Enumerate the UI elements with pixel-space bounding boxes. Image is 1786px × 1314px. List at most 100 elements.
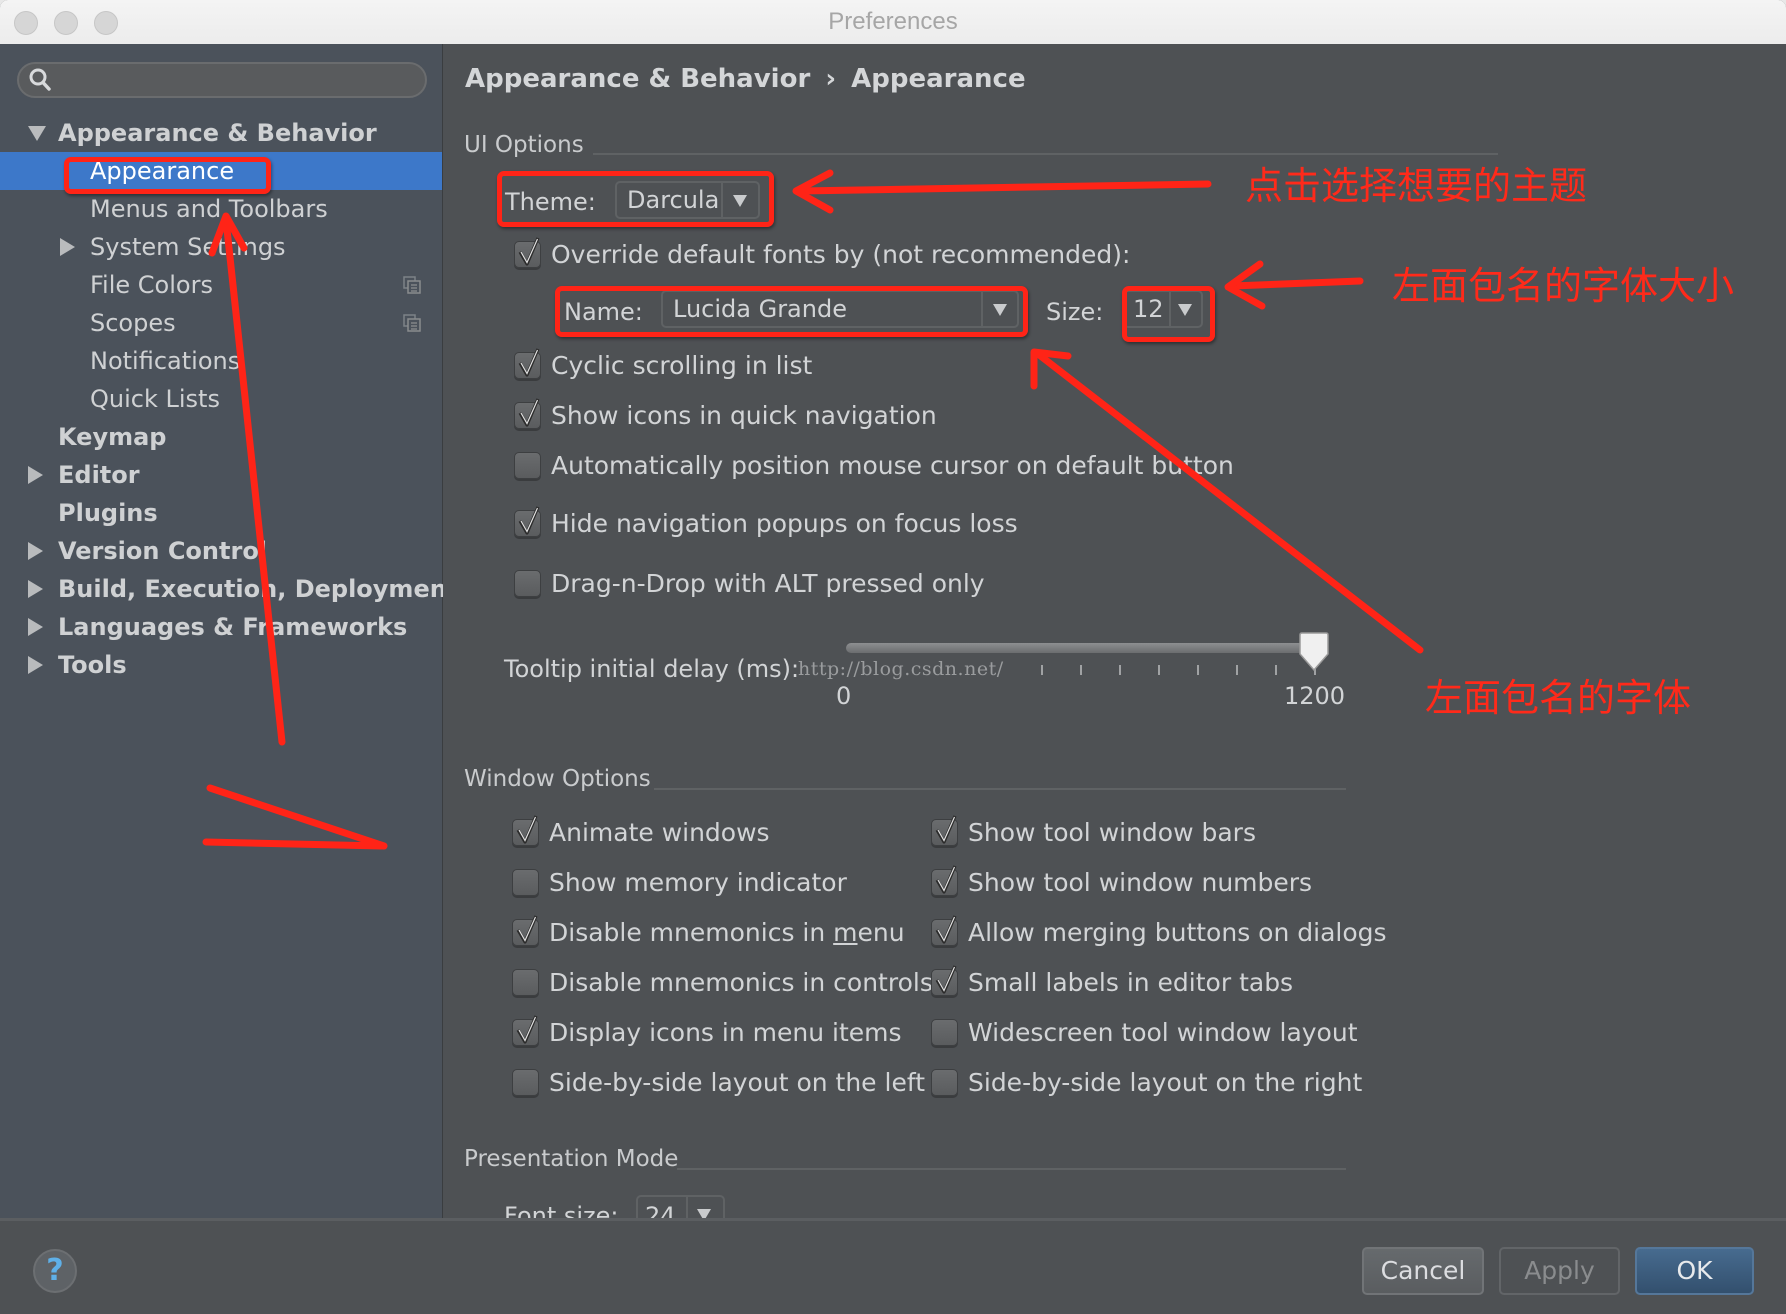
ui-option-checkbox-label: Hide navigation popups on focus loss	[551, 509, 1018, 538]
window-option-checkbox[interactable]: Disable mnemonics in controls	[512, 968, 933, 997]
sidebar-item-label: Quick Lists	[90, 385, 220, 413]
sidebar-item-build-execution-deployment[interactable]: Build, Execution, Deployment	[0, 570, 458, 608]
ui-option-checkbox[interactable]: Hide navigation popups on focus loss	[514, 506, 1018, 538]
expand-arrow-right-icon[interactable]	[28, 580, 43, 598]
override-fonts-checkbox[interactable]: Override default fonts by (not recommend…	[514, 237, 1131, 269]
window-option-checkbox-label: Small labels in editor tabs	[968, 968, 1294, 997]
sidebar-item-label: Editor	[58, 461, 140, 489]
checkbox-box[interactable]	[931, 1069, 958, 1096]
sidebar-item-appearance-behavior[interactable]: Appearance & Behavior	[0, 114, 442, 152]
slider-min-label: 0	[836, 682, 852, 710]
checkbox-box[interactable]	[514, 452, 541, 479]
window-option-checkbox[interactable]: Allow merging buttons on dialogs	[931, 915, 1387, 947]
tooltip-delay-slider-track[interactable]	[846, 643, 1326, 653]
checkbox-box[interactable]	[931, 865, 958, 896]
window-option-checkbox-label: Animate windows	[549, 818, 770, 847]
sidebar-item-editor[interactable]: Editor	[0, 456, 442, 494]
preferences-window: Preferences Appearance & Behavior Appeara…	[0, 0, 1786, 1314]
checkbox-box[interactable]	[512, 815, 539, 846]
slider-tick	[1080, 665, 1082, 675]
checkbox-box[interactable]	[514, 506, 541, 537]
slider-tick	[1041, 665, 1043, 675]
ok-button[interactable]: OK	[1635, 1247, 1754, 1295]
sidebar-item-label: Notifications	[90, 347, 241, 375]
window-option-checkbox[interactable]: Side-by-side layout on the left	[512, 1068, 925, 1097]
sidebar-item-file-colors[interactable]: File Colors	[0, 266, 442, 304]
checkbox-box[interactable]	[931, 915, 958, 946]
search-icon	[29, 68, 51, 91]
help-button[interactable]: ?	[33, 1249, 77, 1293]
checkbox-box[interactable]	[512, 969, 539, 996]
window-option-checkbox[interactable]: Show tool window bars	[931, 815, 1256, 847]
checkmark-icon	[935, 815, 957, 844]
sidebar-item-label: Plugins	[58, 499, 158, 527]
ui-option-checkbox[interactable]: Automatically position mouse cursor on d…	[514, 451, 1234, 480]
sidebar-item-label: Keymap	[58, 423, 167, 451]
ui-option-checkbox[interactable]: Show icons in quick navigation	[514, 398, 937, 430]
checkbox-box[interactable]	[512, 1069, 539, 1096]
search-input[interactable]	[17, 62, 427, 98]
sidebar-item-label: Languages & Frameworks	[58, 613, 408, 641]
window-option-checkbox[interactable]: Side-by-side layout on the right	[931, 1068, 1362, 1097]
checkbox-box[interactable]	[514, 398, 541, 429]
checkmark-icon	[518, 506, 540, 535]
checkbox-box[interactable]	[512, 915, 539, 946]
expand-arrow-right-icon[interactable]	[28, 466, 43, 484]
checkbox-box[interactable]	[514, 570, 541, 597]
sidebar-item-menus-and-toolbars[interactable]: Menus and Toolbars	[0, 190, 442, 228]
window-option-checkbox[interactable]: Animate windows	[512, 815, 770, 847]
sidebar-item-keymap[interactable]: Keymap	[0, 418, 442, 456]
expand-arrow-right-icon[interactable]	[60, 238, 75, 256]
sidebar-item-quick-lists[interactable]: Quick Lists	[0, 380, 442, 418]
sidebar-item-label: Scopes	[90, 309, 176, 337]
chevron-down-icon	[697, 1209, 711, 1218]
window-option-checkbox-label: Side-by-side layout on the right	[968, 1068, 1363, 1097]
sidebar-item-scopes[interactable]: Scopes	[0, 304, 442, 342]
breadcrumb-current: Appearance	[851, 64, 1026, 94]
expand-arrow-right-icon[interactable]	[28, 542, 43, 560]
window-option-checkbox[interactable]: Show memory indicator	[512, 868, 847, 897]
title-bar: Preferences	[0, 0, 1786, 45]
checkbox-box[interactable]	[512, 869, 539, 896]
apply-button[interactable]: Apply	[1499, 1247, 1620, 1295]
sidebar-item-plugins[interactable]: Plugins	[0, 494, 442, 532]
checkbox-box[interactable]	[514, 237, 541, 268]
window-option-checkbox[interactable]: Disable mnemonics in menu	[512, 915, 905, 947]
window-option-checkbox-label: Side-by-side layout on the left	[549, 1068, 926, 1097]
window-option-checkbox[interactable]: Small labels in editor tabs	[931, 965, 1294, 997]
ui-option-checkbox-label: Automatically position mouse cursor on d…	[551, 451, 1234, 480]
sidebar-item-system-settings[interactable]: System Settings	[0, 228, 442, 266]
presentation-font-size-dropdown[interactable]: 24	[636, 1195, 725, 1218]
sidebar-item-tools[interactable]: Tools	[0, 646, 442, 684]
checkbox-box[interactable]	[514, 348, 541, 379]
checkmark-icon	[935, 915, 957, 944]
checkmark-icon	[516, 1015, 538, 1044]
expand-arrow-right-icon[interactable]	[28, 618, 43, 636]
sidebar-item-languages-frameworks[interactable]: Languages & Frameworks	[0, 608, 442, 646]
settings-sidebar: Appearance & Behavior Appearance Menus and…	[0, 44, 458, 1218]
window-option-checkbox[interactable]: Show tool window numbers	[931, 865, 1312, 897]
checkbox-box[interactable]	[512, 1015, 539, 1046]
expand-arrow-down-icon[interactable]	[28, 126, 46, 141]
ui-options-title: UI Options	[464, 132, 584, 158]
ui-option-checkbox[interactable]: Drag-n-Drop with ALT pressed only	[514, 569, 985, 598]
sidebar-item-label: Menus and Toolbars	[90, 195, 328, 223]
sidebar-item-label: Version Control	[58, 537, 268, 565]
checkbox-box[interactable]	[931, 1019, 958, 1046]
override-fonts-label: Override default fonts by (not recommend…	[551, 240, 1131, 269]
slider-max-label: 1200	[1284, 682, 1346, 710]
slider-tick	[1197, 665, 1199, 675]
checkbox-box[interactable]	[931, 965, 958, 996]
sidebar-item-version-control[interactable]: Version Control	[0, 532, 442, 570]
ui-option-checkbox[interactable]: Cyclic scrolling in list	[514, 348, 812, 380]
expand-arrow-right-icon[interactable]	[28, 656, 43, 674]
cancel-button[interactable]: Cancel	[1362, 1247, 1484, 1295]
mnemonic-letter: m	[833, 918, 858, 947]
label-part: Disable mnemonics in	[549, 918, 834, 947]
window-options-title: Window Options	[464, 766, 651, 792]
tooltip-delay-slider-thumb[interactable]	[1299, 632, 1329, 672]
checkbox-box[interactable]	[931, 815, 958, 846]
window-option-checkbox[interactable]: Widescreen tool window layout	[931, 1018, 1358, 1047]
window-option-checkbox[interactable]: Display icons in menu items	[512, 1015, 902, 1047]
sidebar-item-notifications[interactable]: Notifications	[0, 342, 442, 380]
